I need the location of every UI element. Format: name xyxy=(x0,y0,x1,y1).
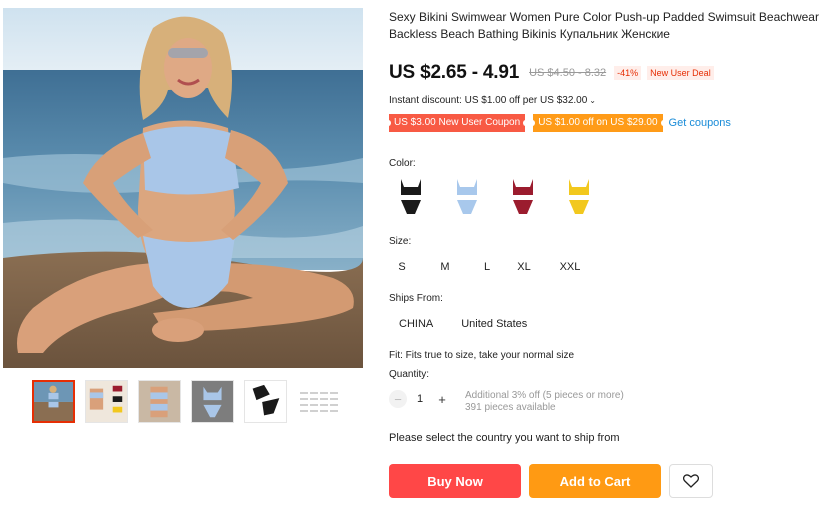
wishlist-button[interactable] xyxy=(669,464,713,498)
bikini-black-icon xyxy=(400,178,421,214)
chevron-down-icon: ⌄ xyxy=(589,96,596,105)
ship-option-china[interactable]: CHINA xyxy=(399,311,433,337)
price-row: US $2.65 - 4.91 US $4.50 - 8.32 -41% New… xyxy=(389,62,714,84)
ships-from-label: Ships From: xyxy=(389,293,443,304)
color-swatches xyxy=(389,175,600,218)
color-option-wine-red[interactable] xyxy=(501,175,544,218)
color-option-light-blue[interactable] xyxy=(445,175,488,218)
main-product-image[interactable] xyxy=(3,8,363,368)
quantity-stepper: − 1 + Additional 3% off (5 pieces or mor… xyxy=(389,390,624,414)
quantity-info: Additional 3% off (5 pieces or more) 391… xyxy=(465,390,624,414)
size-option-s[interactable]: S xyxy=(389,254,415,280)
store-coupon[interactable]: US $1.00 off on US $29.00 xyxy=(530,114,666,132)
stock-available-text: 391 pieces available xyxy=(465,402,556,413)
buy-now-button[interactable]: Buy Now xyxy=(389,464,521,498)
current-price: US $2.65 - 4.91 xyxy=(389,62,520,83)
product-title: Sexy Bikini Swimwear Women Pure Color Pu… xyxy=(389,10,819,41)
size-option-xxl[interactable]: XXL xyxy=(553,254,587,280)
thumbnail-3[interactable] xyxy=(138,380,181,423)
thumbnail-strip xyxy=(32,380,340,423)
color-option-yellow[interactable] xyxy=(557,175,600,218)
more-thumbnails-button[interactable] xyxy=(297,380,340,423)
thumbnail-4[interactable] xyxy=(191,380,234,423)
discount-badge: -41% xyxy=(614,66,642,80)
new-user-deal-badge: New User Deal xyxy=(647,66,714,80)
quantity-value[interactable]: 1 xyxy=(407,390,433,408)
instant-discount-text: Instant discount: US $1.00 off per US $3… xyxy=(389,95,588,106)
size-option-xl[interactable]: XL xyxy=(510,254,538,280)
ship-option-united-states[interactable]: United States xyxy=(461,311,527,337)
bikini-wine-red-icon xyxy=(512,178,533,214)
instant-discount[interactable]: Instant discount: US $1.00 off per US $3… xyxy=(389,95,596,106)
coupon-row: US $3.00 New User Coupon US $1.00 off on… xyxy=(385,114,731,132)
size-option-l[interactable]: L xyxy=(474,254,500,280)
color-label: Color: xyxy=(389,158,416,169)
get-coupons-link[interactable]: Get coupons xyxy=(669,117,731,129)
ships-from-options: CHINA United States xyxy=(389,311,527,337)
fit-note: Fit: Fits true to size, take your normal… xyxy=(389,350,575,361)
thumbnail-1[interactable] xyxy=(32,380,75,423)
bulk-discount-text: Additional 3% off (5 pieces or more) xyxy=(465,390,624,401)
quantity-label: Quantity: xyxy=(389,369,430,380)
bikini-light-blue-icon xyxy=(456,178,477,214)
heart-icon xyxy=(683,474,699,488)
size-options: S M L XL XXL xyxy=(389,254,587,280)
thumbnail-5[interactable] xyxy=(244,380,287,423)
quantity-increase-button[interactable]: + xyxy=(433,390,451,408)
product-photo-illustration xyxy=(3,8,363,368)
new-user-coupon[interactable]: US $3.00 New User Coupon xyxy=(385,114,529,132)
quantity-decrease-button[interactable]: − xyxy=(389,390,407,408)
thumbnail-2[interactable] xyxy=(85,380,128,423)
color-option-black[interactable] xyxy=(389,175,432,218)
bikini-yellow-icon xyxy=(568,178,589,214)
add-to-cart-button[interactable]: Add to Cart xyxy=(529,464,661,498)
size-option-m[interactable]: M xyxy=(426,254,464,280)
size-label: Size: xyxy=(389,236,412,247)
original-price: US $4.50 - 8.32 xyxy=(529,67,607,79)
ship-country-note: Please select the country you want to sh… xyxy=(389,432,620,444)
grid-icon xyxy=(299,391,338,412)
